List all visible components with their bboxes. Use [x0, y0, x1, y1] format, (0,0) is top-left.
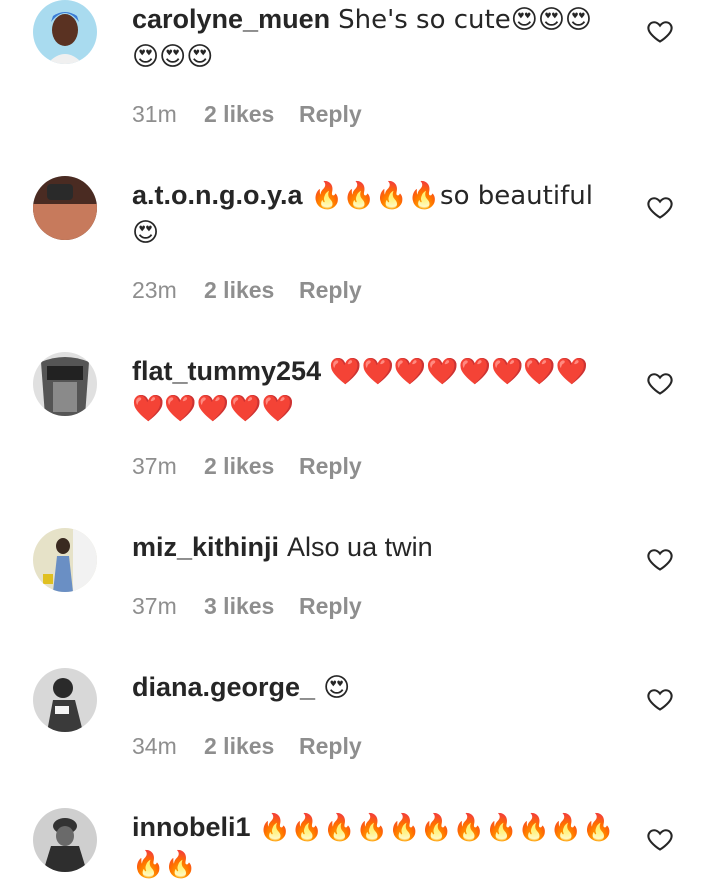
comment-username[interactable]: innobeli1 [132, 812, 251, 842]
comment-username[interactable]: carolyne_muen [132, 4, 330, 34]
comment-likes[interactable]: 2 likes [204, 277, 299, 304]
comment-likes[interactable]: 3 likes [204, 593, 299, 620]
comment-username[interactable]: flat_tummy254 [132, 356, 321, 386]
comment-text: carolyne_muen She's so cute😍😍😍😍😍😍 [132, 1, 617, 75]
comment-username[interactable]: miz_kithinji [132, 532, 279, 562]
comment-text: diana.george_ 😍 [132, 669, 617, 706]
avatar[interactable] [33, 352, 97, 416]
comment-meta: 37m 2 likes Reply [132, 453, 362, 480]
comment-username[interactable]: diana.george_ [132, 672, 315, 702]
reply-button[interactable]: Reply [299, 453, 362, 480]
avatar[interactable] [33, 0, 97, 64]
like-heart-icon[interactable] [646, 825, 674, 853]
comment-meta: 31m 2 likes Reply [132, 101, 362, 128]
avatar[interactable] [33, 176, 97, 240]
like-heart-icon[interactable] [646, 17, 674, 45]
comment-text: miz_kithinji Also ua twin [132, 529, 617, 565]
like-heart-icon[interactable] [646, 685, 674, 713]
comment-text: flat_tummy254 ❤️❤️❤️❤️❤️❤️❤️❤️❤️❤️❤️❤️❤️ [132, 353, 617, 427]
comment-likes[interactable]: 2 likes [204, 733, 299, 760]
like-heart-icon[interactable] [646, 545, 674, 573]
avatar[interactable] [33, 668, 97, 732]
comment-username[interactable]: a.t.o.n.g.o.y.a [132, 180, 303, 210]
reply-button[interactable]: Reply [299, 101, 362, 128]
comment-meta: 34m 2 likes Reply [132, 733, 362, 760]
comment-meta: 37m 3 likes Reply [132, 593, 362, 620]
avatar[interactable] [33, 528, 97, 592]
comment-text: innobeli1 🔥🔥🔥🔥🔥🔥🔥🔥🔥🔥🔥🔥🔥 [132, 809, 617, 883]
like-heart-icon[interactable] [646, 193, 674, 221]
comment-time: 34m [132, 733, 177, 759]
reply-button[interactable]: Reply [299, 733, 362, 760]
reply-button[interactable]: Reply [299, 593, 362, 620]
comment-likes[interactable]: 2 likes [204, 453, 299, 480]
comment-time: 31m [132, 101, 177, 127]
comment-message: 😍 [323, 673, 351, 703]
reply-button[interactable]: Reply [299, 277, 362, 304]
comment-likes[interactable]: 2 likes [204, 101, 299, 128]
avatar[interactable] [33, 808, 97, 872]
comment-time: 37m [132, 593, 177, 619]
comment-text: a.t.o.n.g.o.y.a 🔥🔥🔥🔥so beautiful 😍 [132, 177, 617, 251]
like-heart-icon[interactable] [646, 369, 674, 397]
comment-time: 23m [132, 277, 177, 303]
comment-message: Also ua twin [287, 532, 433, 562]
comment-meta: 23m 2 likes Reply [132, 277, 362, 304]
comment-time: 37m [132, 453, 177, 479]
